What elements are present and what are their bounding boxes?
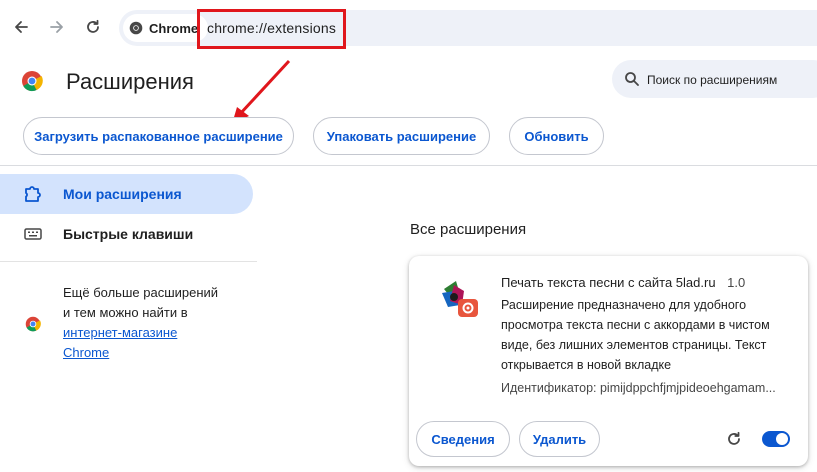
extension-icon xyxy=(442,281,478,317)
search-placeholder: Поиск по расширениям xyxy=(647,73,778,87)
extension-description: Расширение предназначено для удобного пр… xyxy=(501,298,770,372)
chrome-logo-icon xyxy=(22,71,43,92)
chrome-web-store-icon xyxy=(25,316,41,332)
toggle-knob xyxy=(776,433,788,445)
extension-name: Печать текста песни с сайта 5lad.ru xyxy=(501,275,716,290)
keyboard-icon xyxy=(24,228,42,240)
header-divider xyxy=(0,165,817,166)
search-icon xyxy=(625,72,639,86)
extension-title: Печать текста песни с сайта 5lad.ru 1.0 xyxy=(501,275,745,290)
more-extensions-text: Ещё больше расширений и тем можно найти … xyxy=(63,283,253,363)
web-store-link[interactable]: интернет-магазине xyxy=(63,325,177,340)
puzzle-icon xyxy=(25,186,41,202)
more-text-line: Ещё больше расширений xyxy=(63,285,219,300)
pack-extension-button[interactable]: Упаковать расширение xyxy=(313,117,490,155)
web-store-link[interactable]: Chrome xyxy=(63,345,109,360)
sidebar-item-shortcuts[interactable]: Быстрые клавиши xyxy=(63,226,193,242)
reload-extension-icon[interactable] xyxy=(726,431,742,447)
extension-version: 1.0 xyxy=(727,275,746,290)
sidebar-divider xyxy=(0,261,257,262)
remove-button[interactable]: Удалить xyxy=(519,421,600,457)
section-title: Все расширения xyxy=(410,221,527,238)
page-title: Расширения xyxy=(66,69,194,94)
more-text-line: и тем можно найти в xyxy=(63,305,188,320)
extension-id: Идентификатор: pimijdppchfjmjpideoehgama… xyxy=(501,381,776,395)
details-button[interactable]: Сведения xyxy=(416,421,510,457)
update-button[interactable]: Обновить xyxy=(509,117,604,155)
load-unpacked-button[interactable]: Загрузить распакованное расширение xyxy=(23,117,294,155)
sidebar-item-label: Мои расширения xyxy=(63,186,182,202)
